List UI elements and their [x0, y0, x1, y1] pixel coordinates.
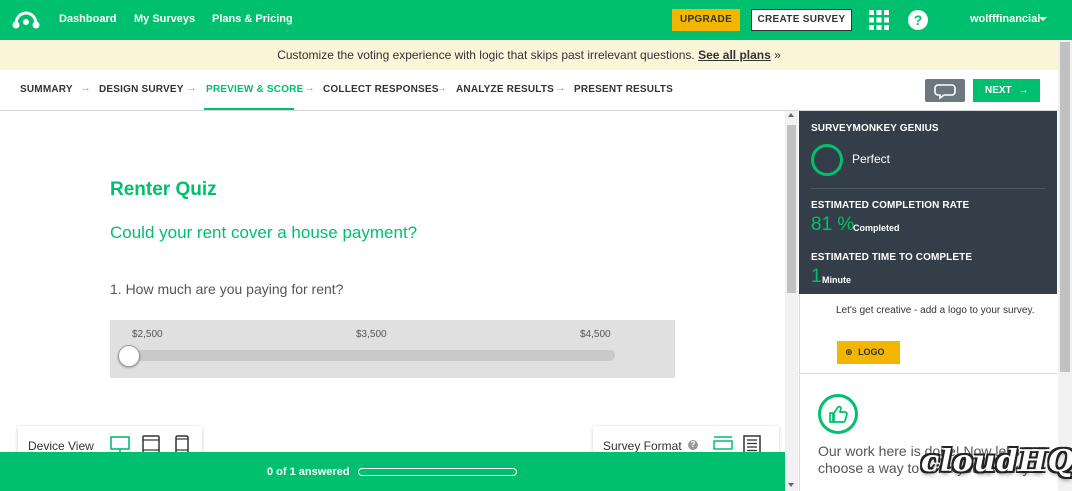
step-arrow-icon: →: [436, 82, 447, 94]
top-navbar: Dashboard My Surveys Plans & Pricing UPG…: [0, 0, 1072, 40]
surveymonkey-logo-icon[interactable]: [12, 8, 40, 32]
step-analyze-results[interactable]: ANALYZE RESULTS: [456, 84, 554, 95]
slider-min-label: $2,500: [132, 329, 163, 340]
add-logo-text: Let's get creative - add a logo to your …: [836, 305, 1035, 316]
scroll-up-icon[interactable]: [788, 113, 794, 117]
create-survey-button[interactable]: CREATE SURVEY: [751, 9, 852, 31]
promo-banner: Customize the voting experience with log…: [0, 40, 1058, 70]
see-all-plans-link[interactable]: See all plans: [698, 48, 771, 62]
promo-link-arrow: »: [774, 48, 781, 62]
progress-text: 0 of 1 answered: [267, 466, 350, 478]
survey-title: Renter Quiz: [110, 179, 217, 200]
time-to-complete-heading: ESTIMATED TIME TO COMPLETE: [811, 252, 973, 263]
user-menu[interactable]: wolfffinancial: [970, 13, 1040, 25]
device-view-label: Device View: [28, 439, 94, 453]
divider: [811, 188, 1045, 189]
chevron-down-icon[interactable]: [1039, 17, 1047, 21]
step-arrow-icon: →: [555, 82, 566, 94]
survey-steps-nav: SUMMARY → DESIGN SURVEY → PREVIEW & SCOR…: [0, 70, 1058, 111]
step-arrow-icon: →: [304, 82, 315, 94]
completion-rate-unit: Completed: [853, 223, 900, 233]
page-scrollbar[interactable]: [1058, 40, 1072, 491]
slider-handle[interactable]: [118, 345, 140, 367]
slider-track[interactable]: [130, 350, 615, 361]
thumbs-up-icon: [818, 394, 858, 434]
progress-footer: 0 of 1 answered: [0, 452, 785, 491]
completion-rate-heading: ESTIMATED COMPLETION RATE: [811, 200, 970, 211]
genius-rating: Perfect: [852, 152, 891, 166]
plus-circle-icon: ⊕: [845, 347, 853, 357]
help-icon[interactable]: ?: [688, 440, 698, 450]
survey-preview: Renter Quiz Could your rent cover a hous…: [0, 111, 785, 491]
next-button[interactable]: NEXT →: [973, 79, 1040, 102]
completion-rate-value: 81 %: [811, 214, 855, 235]
scrollbar-thumb[interactable]: [787, 125, 796, 293]
slider-max-label: $4,500: [580, 329, 611, 340]
comment-icon: [934, 84, 956, 100]
apps-grid-icon[interactable]: [869, 10, 889, 30]
time-to-complete-value: 1: [811, 266, 822, 287]
step-collect-responses[interactable]: COLLECT RESPONSES: [323, 84, 439, 95]
survey-subtitle: Could your rent cover a house payment?: [110, 223, 418, 242]
progress-track: [358, 468, 517, 476]
next-button-label: NEXT: [985, 85, 1012, 96]
survey-format-label: Survey Format: [603, 439, 682, 453]
step-arrow-icon: →: [186, 82, 197, 94]
arrow-right-icon: →: [1018, 85, 1029, 96]
active-step-indicator: [204, 108, 294, 110]
cloudhq-watermark: cloudHQ: [921, 444, 1072, 479]
nav-dashboard-link[interactable]: Dashboard: [59, 13, 116, 25]
nav-my-surveys-link[interactable]: My Surveys: [134, 13, 195, 25]
nav-plans-pricing-link[interactable]: Plans & Pricing: [212, 13, 293, 25]
add-logo-panel: Let's get creative - add a logo to your …: [799, 294, 1057, 374]
genius-score-ring: [811, 144, 843, 176]
step-summary[interactable]: SUMMARY: [20, 84, 73, 95]
slider-mid-label: $3,500: [356, 329, 387, 340]
help-icon[interactable]: ?: [908, 10, 928, 30]
step-preview-score[interactable]: PREVIEW & SCORE: [206, 84, 303, 95]
preview-scrollbar[interactable]: [785, 111, 798, 491]
scroll-down-icon[interactable]: [788, 483, 794, 487]
page-scrollbar-thumb[interactable]: [1060, 42, 1070, 372]
question-text: 1. How much are you paying for rent?: [110, 281, 344, 297]
step-design-survey[interactable]: DESIGN SURVEY: [99, 84, 184, 95]
step-arrow-icon: →: [80, 82, 91, 94]
comment-button[interactable]: [925, 79, 965, 102]
time-to-complete-unit: Minute: [822, 275, 851, 285]
step-present-results[interactable]: PRESENT RESULTS: [574, 84, 673, 95]
add-logo-button[interactable]: ⊕ LOGO: [837, 341, 900, 364]
genius-heading: SURVEYMONKEY GENIUS: [811, 123, 939, 134]
promo-text: Customize the voting experience with log…: [277, 48, 695, 62]
upgrade-button[interactable]: UPGRADE: [672, 9, 740, 31]
genius-panel: SURVEYMONKEY GENIUS Perfect ESTIMATED CO…: [799, 111, 1057, 294]
rent-slider: $2,500 $3,500 $4,500: [110, 320, 675, 378]
add-logo-button-label: LOGO: [858, 347, 885, 357]
